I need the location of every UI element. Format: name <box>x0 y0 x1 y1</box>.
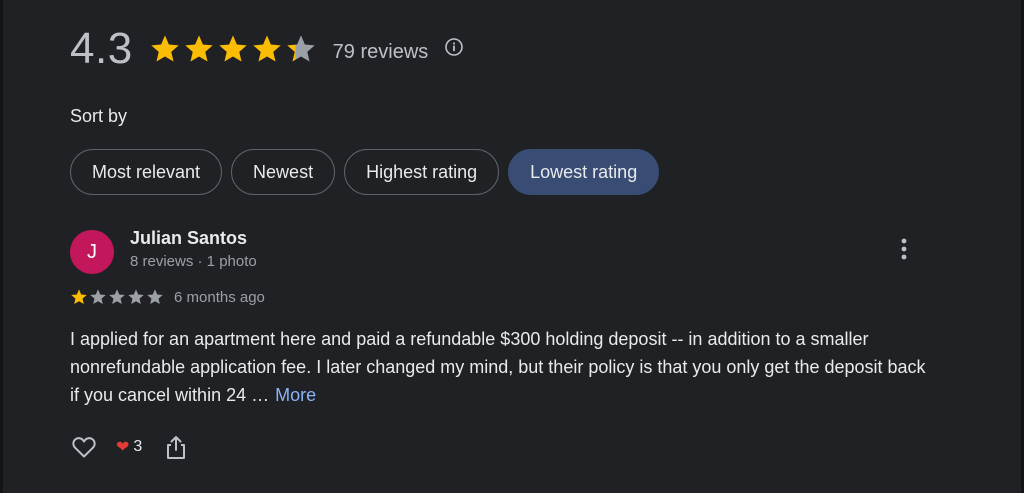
review-star-icon <box>109 289 125 305</box>
info-icon[interactable] <box>444 37 464 57</box>
heart-icon: ❤ <box>116 439 130 456</box>
review-text: I applied for an apartment here and paid… <box>70 325 930 409</box>
review-time: 6 months ago <box>174 288 265 306</box>
rating-summary: 4.3 79 reviews <box>70 24 464 74</box>
summary-star-icon <box>218 35 247 62</box>
review-star-icon <box>128 289 144 305</box>
review-star-icon <box>147 289 163 305</box>
review-stars <box>70 288 164 306</box>
reaction-count-value: 3 <box>133 438 143 455</box>
more-link[interactable]: More <box>275 385 316 405</box>
summary-star-icon <box>150 35 179 62</box>
share-icon[interactable] <box>164 434 188 460</box>
review-star-icon <box>71 289 87 305</box>
summary-star-icon <box>286 35 315 62</box>
avatar[interactable]: J <box>70 230 114 274</box>
sort-chip-newest[interactable]: Newest <box>231 149 336 195</box>
sort-chips: Most relevant Newest Highest rating Lowe… <box>70 149 660 195</box>
rating-stars <box>149 33 317 65</box>
review-rating-row: 6 months ago <box>70 288 265 306</box>
review-count[interactable]: 79 reviews <box>333 41 429 64</box>
average-rating: 4.3 <box>70 24 133 73</box>
review-actions: ❤ 3 <box>70 433 188 461</box>
more-vert-icon[interactable] <box>892 236 916 262</box>
review-star-icon <box>90 289 106 305</box>
sort-chip-most-relevant[interactable]: Most relevant <box>70 149 223 195</box>
window-edge-left <box>0 0 3 493</box>
sort-by-label: Sort by <box>70 106 128 126</box>
reviewer-name[interactable]: Julian Santos <box>130 228 247 249</box>
sort-chip-highest-rating[interactable]: Highest rating <box>344 149 500 195</box>
review-text-content: I applied for an apartment here and paid… <box>70 329 926 405</box>
summary-star-icon <box>184 35 213 62</box>
reviewer-meta: 8 reviews · 1 photo <box>130 253 257 270</box>
reaction-count[interactable]: ❤ 3 <box>116 437 142 457</box>
sort-chip-lowest-rating[interactable]: Lowest rating <box>508 149 660 195</box>
like-icon[interactable] <box>70 433 98 461</box>
summary-star-icon <box>252 35 281 62</box>
